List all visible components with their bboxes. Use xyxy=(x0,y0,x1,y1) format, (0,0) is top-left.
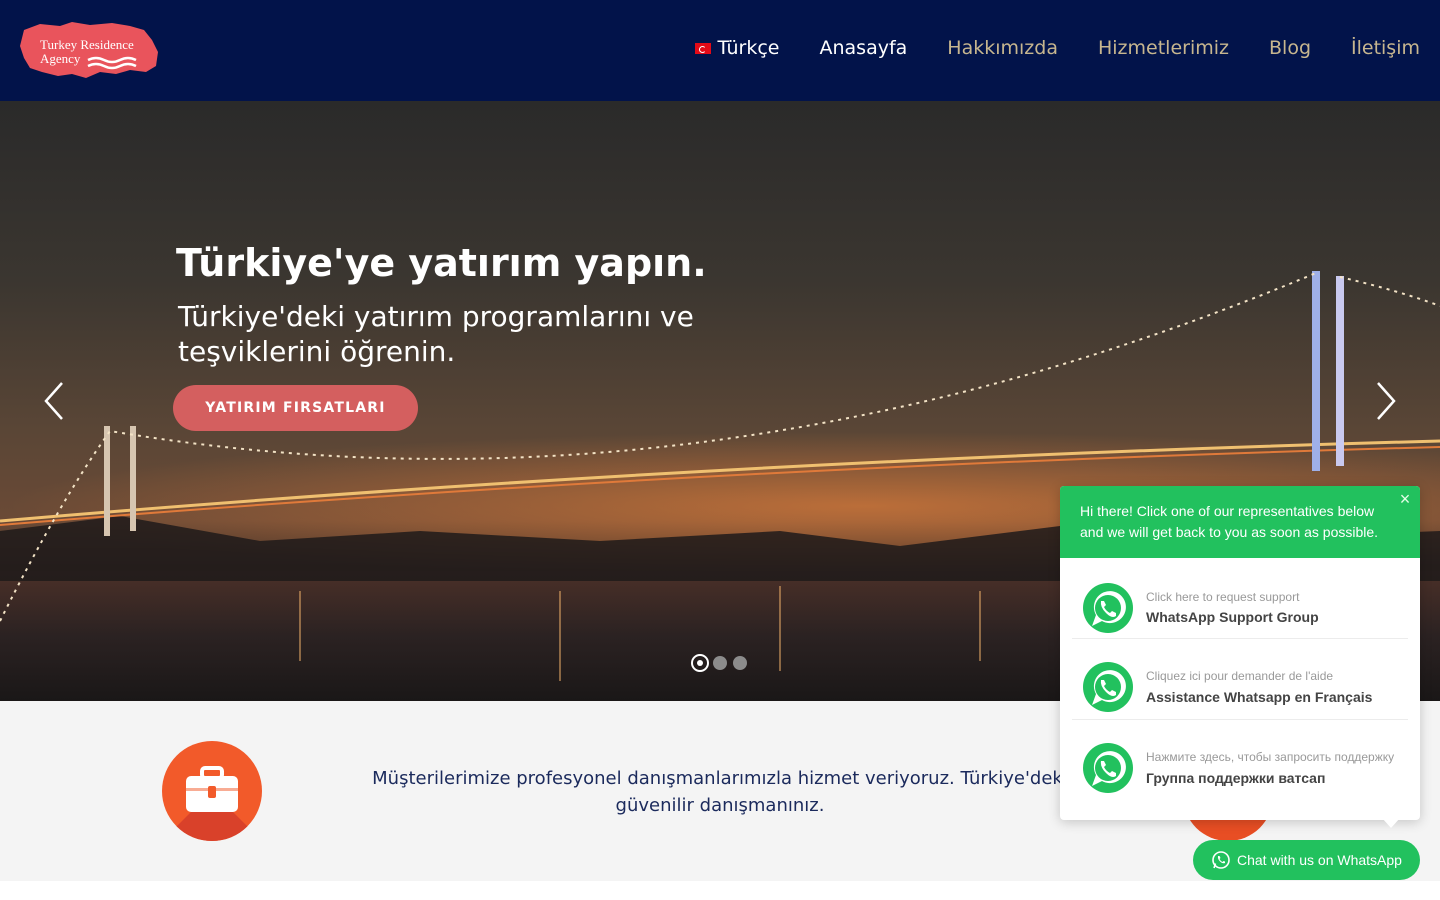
slider-prev-arrow[interactable] xyxy=(42,381,72,421)
agent-name: Assistance Whatsapp en Français xyxy=(1146,689,1373,705)
service-icon xyxy=(162,741,262,841)
agent-name: WhatsApp Support Group xyxy=(1146,609,1319,625)
whatsapp-header-text: Hi there! Click one of our representativ… xyxy=(1080,503,1379,540)
whatsapp-agent-3[interactable]: Нажмите здесь, чтобы запросить поддержку… xyxy=(1072,720,1408,801)
nav-about[interactable]: Hakkımızda xyxy=(947,37,1058,59)
logo-text: Turkey Residence Agency xyxy=(40,38,134,66)
language-selector[interactable]: Türkçe xyxy=(695,37,779,59)
site-header: Turkey Residence Agency Türkçe Anasayfa … xyxy=(0,0,1440,101)
agent-subtitle: Click here to request support xyxy=(1146,590,1300,604)
logo[interactable]: Turkey Residence Agency xyxy=(20,20,160,80)
logo-text-line1: Turkey Residence xyxy=(40,37,134,52)
whatsapp-icon xyxy=(1083,743,1133,793)
whatsapp-agent-2[interactable]: Cliquez ici pour demander de l'aide Assi… xyxy=(1072,639,1408,720)
whatsapp-popup: Hi there! Click one of our representativ… xyxy=(1060,486,1420,820)
whatsapp-icon xyxy=(1083,662,1133,712)
hero-subtitle: Türkiye'deki yatırım programlarını ve te… xyxy=(178,300,694,368)
chat-button-label: Chat with us on WhatsApp xyxy=(1237,852,1402,868)
main-nav: Türkçe Anasayfa Hakkımızda Hizmetlerimiz… xyxy=(655,37,1420,59)
intro-text: Müşterilerimize profesyonel danışmanları… xyxy=(372,768,1068,816)
slider-next-arrow[interactable] xyxy=(1372,381,1402,421)
nav-contact[interactable]: İletişim xyxy=(1351,37,1420,59)
whatsapp-popup-header: Hi there! Click one of our representativ… xyxy=(1060,486,1420,558)
whatsapp-icon xyxy=(1083,583,1133,633)
slider-dot-1[interactable] xyxy=(691,654,709,672)
logo-text-line2: Agency xyxy=(40,51,81,66)
whatsapp-agent-1[interactable]: Click here to request support WhatsApp S… xyxy=(1072,558,1408,639)
agent-subtitle: Cliquez ici pour demander de l'aide xyxy=(1146,669,1334,683)
slider-dot-2[interactable] xyxy=(713,656,727,670)
nav-blog[interactable]: Blog xyxy=(1269,37,1311,59)
nav-home[interactable]: Anasayfa xyxy=(819,37,907,59)
turkey-flag-icon xyxy=(695,42,712,54)
chevron-left-icon xyxy=(44,382,63,420)
hero-title: Türkiye'ye yatırım yapın. xyxy=(176,241,707,285)
investment-opportunities-button[interactable]: YATIRIM FIRSATLARI xyxy=(173,385,418,431)
whatsapp-icon xyxy=(1212,851,1230,869)
briefcase-icon xyxy=(186,766,238,812)
nav-services[interactable]: Hizmetlerimiz xyxy=(1098,37,1229,59)
language-label: Türkçe xyxy=(717,37,780,59)
agent-subtitle: Нажмите здесь, чтобы запросить поддержку xyxy=(1146,750,1395,764)
chat-whatsapp-button[interactable]: Chat with us on WhatsApp xyxy=(1193,840,1420,880)
slider-dot-3[interactable] xyxy=(733,656,747,670)
chevron-right-icon xyxy=(1377,382,1396,420)
agent-name: Группа поддержки ватсап xyxy=(1146,770,1326,786)
close-icon[interactable]: × xyxy=(1396,490,1414,508)
popup-tail xyxy=(1382,818,1400,828)
slider-pagination xyxy=(691,654,753,672)
